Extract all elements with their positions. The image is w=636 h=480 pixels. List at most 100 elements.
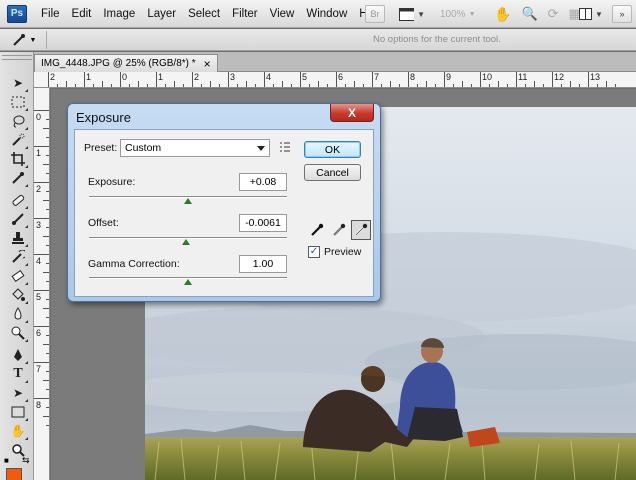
ruler-minor-tick <box>309 84 310 87</box>
bridge-button[interactable]: Br <box>365 5 385 23</box>
preview-label: Preview <box>324 246 362 258</box>
chevron-down-icon <box>257 146 265 151</box>
ruler-minor-tick <box>46 119 49 120</box>
swap-colors-icon[interactable]: ⇆ <box>22 455 30 466</box>
move-tool-icon[interactable]: ➤ <box>8 74 28 92</box>
gamma-slider-thumb[interactable] <box>184 279 192 285</box>
ruler-minor-tick <box>525 84 526 87</box>
ruler-minor-tick <box>291 84 292 87</box>
ruler-minor-tick <box>255 84 256 87</box>
type-tool-icon[interactable]: T <box>8 365 28 383</box>
ruler-label: 2 <box>36 184 42 194</box>
zoom-tool-icon[interactable]: 🔍 <box>521 6 537 22</box>
quick-selection-tool-icon[interactable] <box>8 131 28 149</box>
rotate-view-icon[interactable]: ⟳ <box>548 6 559 22</box>
offset-input[interactable]: -0.0061 <box>239 214 287 232</box>
ruler-label: 2 <box>194 72 200 82</box>
dodge-tool-icon[interactable] <box>8 324 28 342</box>
ruler-label: 6 <box>36 328 42 338</box>
rectangle-tool-icon[interactable] <box>8 403 28 421</box>
white-point-eyedropper-icon[interactable] <box>351 220 371 240</box>
photoshop-logo: Ps <box>7 4 27 23</box>
ruler-minor-tick <box>426 81 427 87</box>
clone-stamp-tool-icon[interactable] <box>8 229 28 247</box>
history-brush-tool-icon[interactable] <box>8 248 28 266</box>
ruler-minor-tick <box>46 353 49 354</box>
foreground-color-swatch[interactable] <box>6 468 22 480</box>
ruler-minor-tick <box>43 416 49 417</box>
ruler-minor-tick <box>93 84 94 87</box>
workspace-button[interactable]: » <box>612 5 632 23</box>
spot-healing-tool-icon[interactable] <box>8 191 28 209</box>
exposure-input[interactable]: +0.08 <box>239 173 287 191</box>
ruler-minor-tick <box>138 81 139 87</box>
chevron-down-icon: ▼ <box>29 36 37 44</box>
menu-image[interactable]: Image <box>97 8 141 20</box>
ruler-major-tick <box>34 254 49 255</box>
gradient-tool-icon[interactable] <box>8 286 28 304</box>
tool-preset-picker[interactable]: ▼ <box>6 31 42 49</box>
ruler-major-tick <box>192 72 193 87</box>
marquee-tool-icon[interactable] <box>8 93 28 111</box>
dialog-close-button[interactable]: X <box>330 104 374 122</box>
gamma-input[interactable]: 1.00 <box>239 255 287 273</box>
close-icon[interactable]: × <box>204 57 211 71</box>
ruler-minor-tick <box>579 84 580 87</box>
eraser-tool-icon[interactable] <box>8 267 28 285</box>
menu-view[interactable]: View <box>264 8 301 20</box>
options-message: No options for the current tool. <box>373 34 501 45</box>
ruler-minor-tick <box>327 84 328 87</box>
default-colors-icon[interactable]: ■ <box>4 456 9 465</box>
dialog-title: Exposure <box>76 110 131 125</box>
preview-checkbox[interactable]: ✓ <box>308 246 320 258</box>
hand-tool-icon[interactable]: ✋ <box>494 6 511 23</box>
ruler-label: 8 <box>410 72 416 82</box>
ok-button[interactable]: OK <box>304 141 361 158</box>
zoom-level[interactable]: 100% <box>440 9 466 20</box>
lasso-tool-icon[interactable] <box>8 112 28 130</box>
offset-slider-thumb[interactable] <box>182 239 191 245</box>
menu-select[interactable]: Select <box>182 8 226 20</box>
arrange-documents-button[interactable]: ▼ <box>578 5 604 23</box>
ruler-label: 11 <box>518 72 528 82</box>
menu-layer[interactable]: Layer <box>141 8 182 20</box>
menu-file[interactable]: File <box>35 8 66 20</box>
crop-tool-icon[interactable] <box>8 150 28 168</box>
ruler-minor-tick <box>345 84 346 87</box>
ruler-minor-tick <box>462 81 463 87</box>
path-selection-tool-icon[interactable]: ➤ <box>8 384 28 402</box>
pen-tool-icon[interactable] <box>8 346 28 364</box>
screen-mode-button[interactable]: ▼ <box>398 5 426 23</box>
gray-point-eyedropper-icon[interactable] <box>329 220 349 240</box>
menu-window[interactable]: Window <box>300 8 353 20</box>
brush-tool-icon[interactable] <box>8 210 28 228</box>
ruler-minor-tick <box>210 81 211 87</box>
ruler-minor-tick <box>282 81 283 87</box>
ruler-minor-tick <box>46 245 49 246</box>
ruler-minor-tick <box>46 227 49 228</box>
menu-edit[interactable]: Edit <box>66 8 98 20</box>
ruler-label: 1 <box>36 148 42 158</box>
menu-filter[interactable]: Filter <box>226 8 264 20</box>
ruler-minor-tick <box>46 317 49 318</box>
ruler-minor-tick <box>570 81 571 87</box>
preset-options-icon[interactable] <box>279 141 291 153</box>
ruler-minor-tick <box>183 84 184 87</box>
preset-value: Custom <box>125 142 162 154</box>
toolbox-grip[interactable] <box>2 55 32 60</box>
preset-select[interactable]: Custom <box>120 139 270 157</box>
eyedropper-tool-icon[interactable] <box>8 169 28 187</box>
document-tab[interactable]: IMG_4448.JPG @ 25% (RGB/8*) * × <box>34 54 218 72</box>
ruler-minor-tick <box>46 371 49 372</box>
ruler-minor-tick <box>46 191 49 192</box>
black-point-eyedropper-icon[interactable] <box>307 220 327 240</box>
hand-tool-icon[interactable]: ✋ <box>8 422 28 440</box>
ruler-minor-tick <box>46 209 49 210</box>
ruler-label: 2 <box>50 72 56 82</box>
exposure-slider-thumb[interactable] <box>184 198 192 204</box>
blur-tool-icon[interactable] <box>8 305 28 323</box>
ruler-label: 3 <box>230 72 236 82</box>
cancel-button[interactable]: Cancel <box>304 164 361 181</box>
ruler-major-tick <box>156 72 157 87</box>
ruler-minor-tick <box>219 84 220 87</box>
